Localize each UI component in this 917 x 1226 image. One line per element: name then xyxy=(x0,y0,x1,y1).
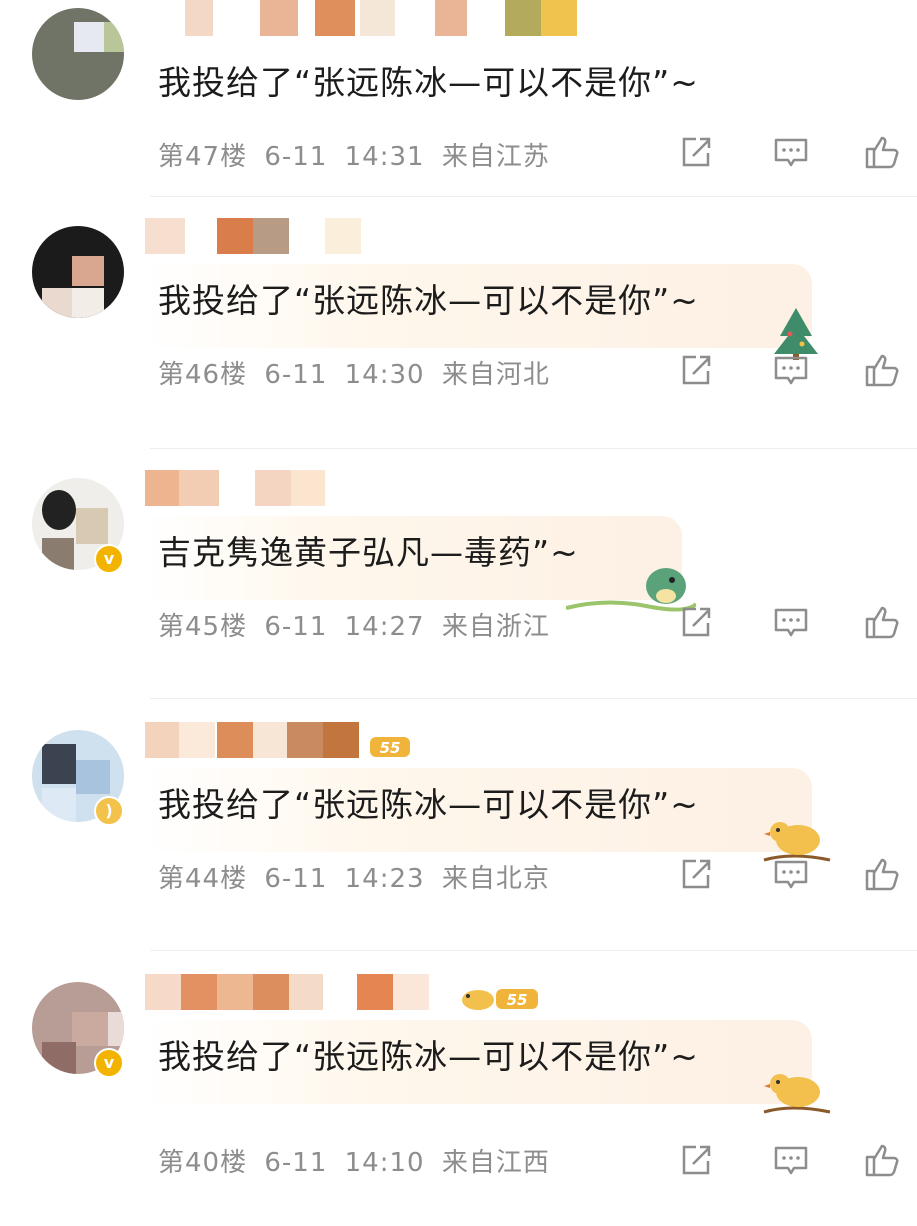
username-blurred[interactable] xyxy=(145,0,595,40)
comment-item: v 55 我投给了“张远陈冰—可以不是你”~ 第40楼 6-11 14:10 来… xyxy=(0,974,917,1226)
comment-date: 6-11 xyxy=(264,612,328,642)
floor-number: 第47楼 xyxy=(158,142,248,172)
comment-item: 我投给了“张远陈冰—可以不是你”~ 第47楼 6-11 14:31 来自江苏 xyxy=(0,0,917,252)
bird-level-badge: 55 xyxy=(458,984,542,1014)
comment-location: 来自河北 xyxy=(441,360,550,390)
comment-time: 14:30 xyxy=(344,360,425,390)
level-badge-text: 55 xyxy=(380,739,401,757)
comment-meta: 第45楼 6-11 14:27 来自浙江 xyxy=(158,606,558,643)
share-icon[interactable] xyxy=(676,350,716,390)
divider xyxy=(150,448,917,449)
thumbs-up-icon[interactable] xyxy=(863,350,903,390)
comment-item: 我投给了“张远陈冰—可以不是你”~ 第46楼 6-11 14:30 来自河北 xyxy=(0,218,917,470)
comment-location: 来自浙江 xyxy=(441,612,550,642)
divider xyxy=(150,950,917,951)
comment-time: 14:27 xyxy=(344,612,425,642)
comment-item: v 吉克隽逸黄子弘凡—毒药”~ 第45楼 6-11 14:27 来自浙江 xyxy=(0,470,917,722)
verified-badge-icon: v xyxy=(94,544,124,574)
comment-icon[interactable] xyxy=(771,854,811,894)
divider xyxy=(150,196,917,197)
divider xyxy=(150,698,917,699)
thumbs-up-icon[interactable] xyxy=(863,132,903,172)
comment-meta: 第44楼 6-11 14:23 来自北京 xyxy=(158,858,558,895)
share-icon[interactable] xyxy=(676,1140,716,1180)
comment-text: 我投给了“张远陈冰—可以不是你”~ xyxy=(158,281,699,320)
comment-date: 6-11 xyxy=(264,864,328,894)
floor-number: 第44楼 xyxy=(158,864,248,894)
level-badge-text: 55 xyxy=(507,991,528,1009)
comment-time: 14:10 xyxy=(344,1148,425,1178)
thumbs-up-icon[interactable] xyxy=(863,602,903,642)
comment-time: 14:31 xyxy=(344,142,425,172)
comment-text: 我投给了“张远陈冰—可以不是你”~ xyxy=(158,63,699,102)
comment-text: 我投给了“张远陈冰—可以不是你”~ xyxy=(158,1037,699,1076)
bird-sticker-icon xyxy=(762,1062,832,1118)
comment-date: 6-11 xyxy=(264,360,328,390)
floor-number: 第45楼 xyxy=(158,612,248,642)
comment-time: 14:23 xyxy=(344,864,425,894)
thumbs-up-icon[interactable] xyxy=(863,854,903,894)
username-blurred[interactable] xyxy=(145,470,595,510)
verified-badge-icon: v xyxy=(94,1048,124,1078)
verified-badge-icon: ) xyxy=(94,796,124,826)
thumbs-up-icon[interactable] xyxy=(863,1140,903,1180)
comment-icon[interactable] xyxy=(771,132,811,172)
share-icon[interactable] xyxy=(676,602,716,642)
comment-location: 来自北京 xyxy=(441,864,550,894)
comment-text: 吉克隽逸黄子弘凡—毒药”~ xyxy=(158,533,579,572)
floor-number: 第46楼 xyxy=(158,360,248,390)
comment-icon[interactable] xyxy=(771,350,811,390)
share-icon[interactable] xyxy=(676,132,716,172)
comment-icon[interactable] xyxy=(771,602,811,642)
comment-text: 我投给了“张远陈冰—可以不是你”~ xyxy=(158,785,699,824)
comment-icon[interactable] xyxy=(771,1140,811,1180)
comment-meta: 第40楼 6-11 14:10 来自江西 xyxy=(158,1142,558,1179)
avatar[interactable] xyxy=(32,8,124,100)
comment-meta: 第46楼 6-11 14:30 来自河北 xyxy=(158,354,558,391)
comment-location: 来自江西 xyxy=(441,1148,550,1178)
comment-meta: 第47楼 6-11 14:31 来自江苏 xyxy=(158,136,558,173)
share-icon[interactable] xyxy=(676,854,716,894)
comment-item: ) 55 我投给了“张远陈冰—可以不是你”~ 第44楼 6-11 14:23 来… xyxy=(0,722,917,974)
level-badge: 55 xyxy=(368,734,412,760)
avatar[interactable] xyxy=(32,226,124,318)
comment-location: 来自江苏 xyxy=(441,142,550,172)
comment-date: 6-11 xyxy=(264,1148,328,1178)
floor-number: 第40楼 xyxy=(158,1148,248,1178)
comment-date: 6-11 xyxy=(264,142,328,172)
username-blurred[interactable] xyxy=(145,218,595,258)
